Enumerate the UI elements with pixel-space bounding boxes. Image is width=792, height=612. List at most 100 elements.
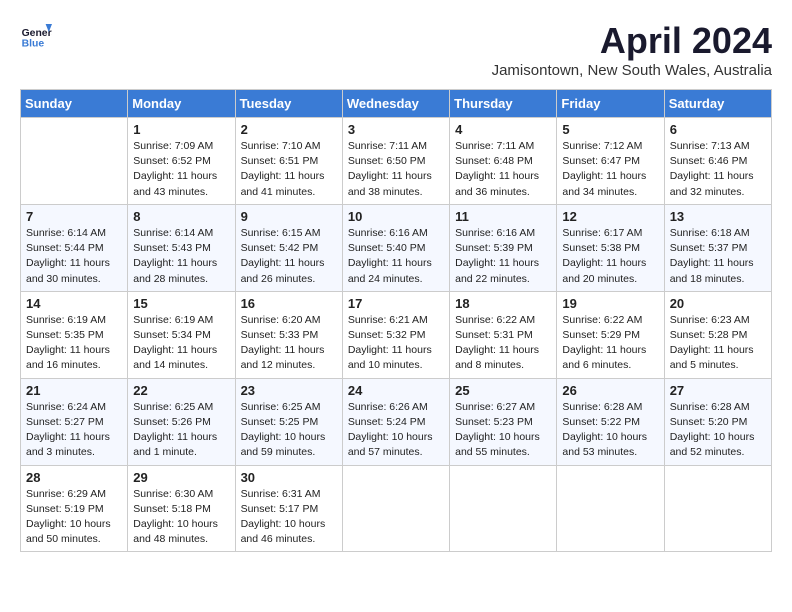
day-number: 13 <box>670 209 766 224</box>
calendar-week-row: 28 Sunrise: 6:29 AM Sunset: 5:19 PM Dayli… <box>21 465 772 552</box>
day-info: Sunrise: 6:27 AM Sunset: 5:23 PM Dayligh… <box>455 400 551 461</box>
column-header-monday: Monday <box>128 90 235 118</box>
day-info: Sunrise: 6:26 AM Sunset: 5:24 PM Dayligh… <box>348 400 444 461</box>
calendar-cell: 28 Sunrise: 6:29 AM Sunset: 5:19 PM Dayli… <box>21 465 128 552</box>
calendar-cell: 15 Sunrise: 6:19 AM Sunset: 5:34 PM Dayli… <box>128 291 235 378</box>
calendar-cell: 5 Sunrise: 7:12 AM Sunset: 6:47 PM Daylig… <box>557 118 664 205</box>
day-number: 8 <box>133 209 229 224</box>
day-info: Sunrise: 6:23 AM Sunset: 5:28 PM Dayligh… <box>670 313 766 374</box>
calendar-cell: 14 Sunrise: 6:19 AM Sunset: 5:35 PM Dayli… <box>21 291 128 378</box>
day-number: 3 <box>348 122 444 137</box>
logo-icon: General Blue <box>20 20 52 52</box>
day-info: Sunrise: 6:16 AM Sunset: 5:40 PM Dayligh… <box>348 226 444 287</box>
day-number: 11 <box>455 209 551 224</box>
calendar-cell: 12Sunrise: 6:17 AM Sunset: 5:38 PM Dayli… <box>557 204 664 291</box>
day-number: 6 <box>670 122 766 137</box>
calendar-week-row: 1Sunrise: 7:09 AM Sunset: 6:52 PM Daylig… <box>21 118 772 205</box>
day-number: 17 <box>348 296 444 311</box>
day-number: 4 <box>455 122 551 137</box>
day-info: Sunrise: 6:28 AM Sunset: 5:22 PM Dayligh… <box>562 400 658 461</box>
day-number: 16 <box>241 296 337 311</box>
svg-text:Blue: Blue <box>22 38 45 49</box>
day-number: 2 <box>241 122 337 137</box>
calendar-week-row: 7 Sunrise: 6:14 AM Sunset: 5:44 PM Daylig… <box>21 204 772 291</box>
logo: General Blue <box>20 20 52 52</box>
day-info: Sunrise: 7:13 AM Sunset: 6:46 PM Dayligh… <box>670 139 766 200</box>
day-number: 5 <box>562 122 658 137</box>
day-number: 29 <box>133 470 229 485</box>
day-info: Sunrise: 6:30 AM Sunset: 5:18 PM Dayligh… <box>133 487 229 548</box>
day-number: 14 <box>26 296 122 311</box>
day-info: Sunrise: 6:22 AM Sunset: 5:31 PM Dayligh… <box>455 313 551 374</box>
day-info: Sunrise: 6:25 AM Sunset: 5:25 PM Dayligh… <box>241 400 337 461</box>
column-header-saturday: Saturday <box>664 90 771 118</box>
day-info: Sunrise: 6:25 AM Sunset: 5:26 PM Dayligh… <box>133 400 229 461</box>
calendar-week-row: 14 Sunrise: 6:19 AM Sunset: 5:35 PM Dayli… <box>21 291 772 378</box>
calendar-table: SundayMondayTuesdayWednesdayThursdayFrid… <box>20 89 772 552</box>
calendar-cell: 24 Sunrise: 6:26 AM Sunset: 5:24 PM Dayli… <box>342 378 449 465</box>
day-number: 15 <box>133 296 229 311</box>
column-header-tuesday: Tuesday <box>235 90 342 118</box>
calendar-cell: 26 Sunrise: 6:28 AM Sunset: 5:22 PM Dayli… <box>557 378 664 465</box>
calendar-cell <box>21 118 128 205</box>
day-number: 28 <box>26 470 122 485</box>
day-info: Sunrise: 6:14 AM Sunset: 5:44 PM Dayligh… <box>26 226 122 287</box>
calendar-cell: 8 Sunrise: 6:14 AM Sunset: 5:43 PM Daylig… <box>128 204 235 291</box>
calendar-cell: 30Sunrise: 6:31 AM Sunset: 5:17 PM Dayli… <box>235 465 342 552</box>
calendar-cell: 3 Sunrise: 7:11 AM Sunset: 6:50 PM Daylig… <box>342 118 449 205</box>
day-info: Sunrise: 6:29 AM Sunset: 5:19 PM Dayligh… <box>26 487 122 548</box>
calendar-cell: 17 Sunrise: 6:21 AM Sunset: 5:32 PM Dayli… <box>342 291 449 378</box>
page-header: General Blue April 2024 Jamisontown, New… <box>20 20 772 79</box>
column-header-thursday: Thursday <box>450 90 557 118</box>
day-info: Sunrise: 6:20 AM Sunset: 5:33 PM Dayligh… <box>241 313 337 374</box>
calendar-cell: 10 Sunrise: 6:16 AM Sunset: 5:40 PM Dayli… <box>342 204 449 291</box>
calendar-cell <box>450 465 557 552</box>
day-number: 19 <box>562 296 658 311</box>
calendar-cell: 27 Sunrise: 6:28 AM Sunset: 5:20 PM Dayli… <box>664 378 771 465</box>
calendar-cell: 22 Sunrise: 6:25 AM Sunset: 5:26 PM Dayli… <box>128 378 235 465</box>
day-info: Sunrise: 6:16 AM Sunset: 5:39 PM Dayligh… <box>455 226 551 287</box>
day-info: Sunrise: 6:19 AM Sunset: 5:34 PM Dayligh… <box>133 313 229 374</box>
day-info: Sunrise: 6:28 AM Sunset: 5:20 PM Dayligh… <box>670 400 766 461</box>
day-number: 24 <box>348 383 444 398</box>
calendar-cell: 16 Sunrise: 6:20 AM Sunset: 5:33 PM Dayli… <box>235 291 342 378</box>
day-info: Sunrise: 6:22 AM Sunset: 5:29 PM Dayligh… <box>562 313 658 374</box>
svg-text:General: General <box>22 28 52 39</box>
day-number: 27 <box>670 383 766 398</box>
column-header-wednesday: Wednesday <box>342 90 449 118</box>
day-info: Sunrise: 6:21 AM Sunset: 5:32 PM Dayligh… <box>348 313 444 374</box>
day-number: 30 <box>241 470 337 485</box>
day-info: Sunrise: 7:12 AM Sunset: 6:47 PM Dayligh… <box>562 139 658 200</box>
day-info: Sunrise: 6:15 AM Sunset: 5:42 PM Dayligh… <box>241 226 337 287</box>
calendar-header-row: SundayMondayTuesdayWednesdayThursdayFrid… <box>21 90 772 118</box>
day-number: 23 <box>241 383 337 398</box>
day-info: Sunrise: 7:10 AM Sunset: 6:51 PM Dayligh… <box>241 139 337 200</box>
day-info: Sunrise: 7:11 AM Sunset: 6:50 PM Dayligh… <box>348 139 444 200</box>
calendar-cell: 1Sunrise: 7:09 AM Sunset: 6:52 PM Daylig… <box>128 118 235 205</box>
calendar-cell: 18Sunrise: 6:22 AM Sunset: 5:31 PM Dayli… <box>450 291 557 378</box>
day-info: Sunrise: 6:24 AM Sunset: 5:27 PM Dayligh… <box>26 400 122 461</box>
calendar-cell: 19 Sunrise: 6:22 AM Sunset: 5:29 PM Dayli… <box>557 291 664 378</box>
day-info: Sunrise: 6:18 AM Sunset: 5:37 PM Dayligh… <box>670 226 766 287</box>
day-number: 10 <box>348 209 444 224</box>
calendar-cell: 21Sunrise: 6:24 AM Sunset: 5:27 PM Dayli… <box>21 378 128 465</box>
calendar-cell: 23 Sunrise: 6:25 AM Sunset: 5:25 PM Dayli… <box>235 378 342 465</box>
day-number: 7 <box>26 209 122 224</box>
calendar-cell: 9Sunrise: 6:15 AM Sunset: 5:42 PM Daylig… <box>235 204 342 291</box>
calendar-week-row: 21Sunrise: 6:24 AM Sunset: 5:27 PM Dayli… <box>21 378 772 465</box>
day-number: 1 <box>133 122 229 137</box>
day-info: Sunrise: 6:19 AM Sunset: 5:35 PM Dayligh… <box>26 313 122 374</box>
calendar-cell: 13 Sunrise: 6:18 AM Sunset: 5:37 PM Dayli… <box>664 204 771 291</box>
day-number: 22 <box>133 383 229 398</box>
title-area: April 2024 Jamisontown, New South Wales,… <box>492 20 772 79</box>
calendar-cell: 20 Sunrise: 6:23 AM Sunset: 5:28 PM Dayli… <box>664 291 771 378</box>
calendar-cell <box>342 465 449 552</box>
column-header-sunday: Sunday <box>21 90 128 118</box>
calendar-cell: 2 Sunrise: 7:10 AM Sunset: 6:51 PM Daylig… <box>235 118 342 205</box>
day-number: 26 <box>562 383 658 398</box>
calendar-cell: 29 Sunrise: 6:30 AM Sunset: 5:18 PM Dayli… <box>128 465 235 552</box>
day-info: Sunrise: 6:14 AM Sunset: 5:43 PM Dayligh… <box>133 226 229 287</box>
location-title: Jamisontown, New South Wales, Australia <box>492 62 772 79</box>
day-info: Sunrise: 7:11 AM Sunset: 6:48 PM Dayligh… <box>455 139 551 200</box>
day-number: 20 <box>670 296 766 311</box>
